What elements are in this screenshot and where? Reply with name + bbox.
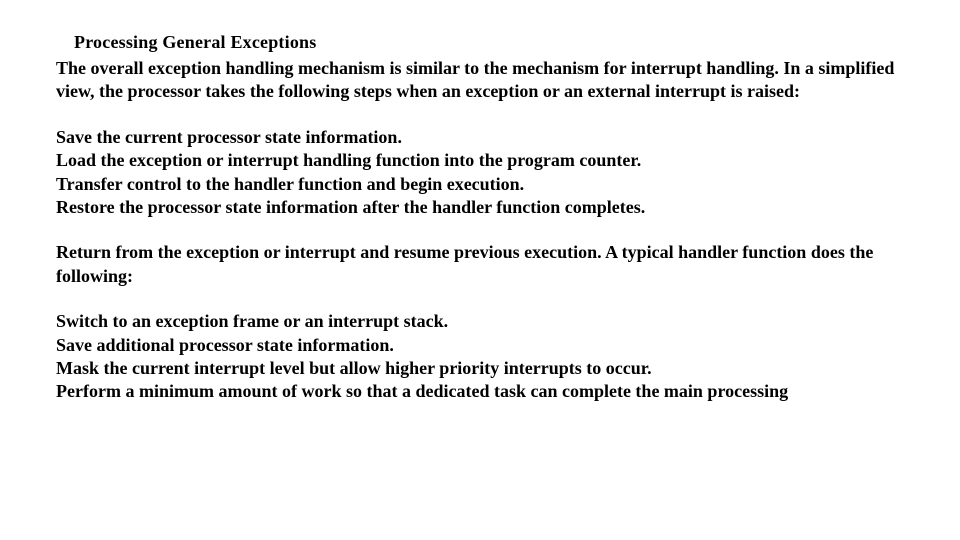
step-item: Load the exception or interrupt handling… [56,149,904,172]
step-item: Switch to an exception frame or an inter… [56,310,904,333]
mid-paragraph: Return from the exception or interrupt a… [56,241,904,288]
section-heading: Processing General Exceptions [74,32,904,53]
intro-paragraph: The overall exception handling mechanism… [56,57,904,104]
step-list-2: Switch to an exception frame or an inter… [56,310,904,404]
step-item: Perform a minimum amount of work so that… [56,380,904,403]
step-item: Restore the processor state information … [56,196,904,219]
step-item: Save additional processor state informat… [56,334,904,357]
step-item: Save the current processor state informa… [56,126,904,149]
document-page: Processing General Exceptions The overal… [0,0,960,404]
step-list-1: Save the current processor state informa… [56,126,904,220]
step-item: Transfer control to the handler function… [56,173,904,196]
step-item: Mask the current interrupt level but all… [56,357,904,380]
